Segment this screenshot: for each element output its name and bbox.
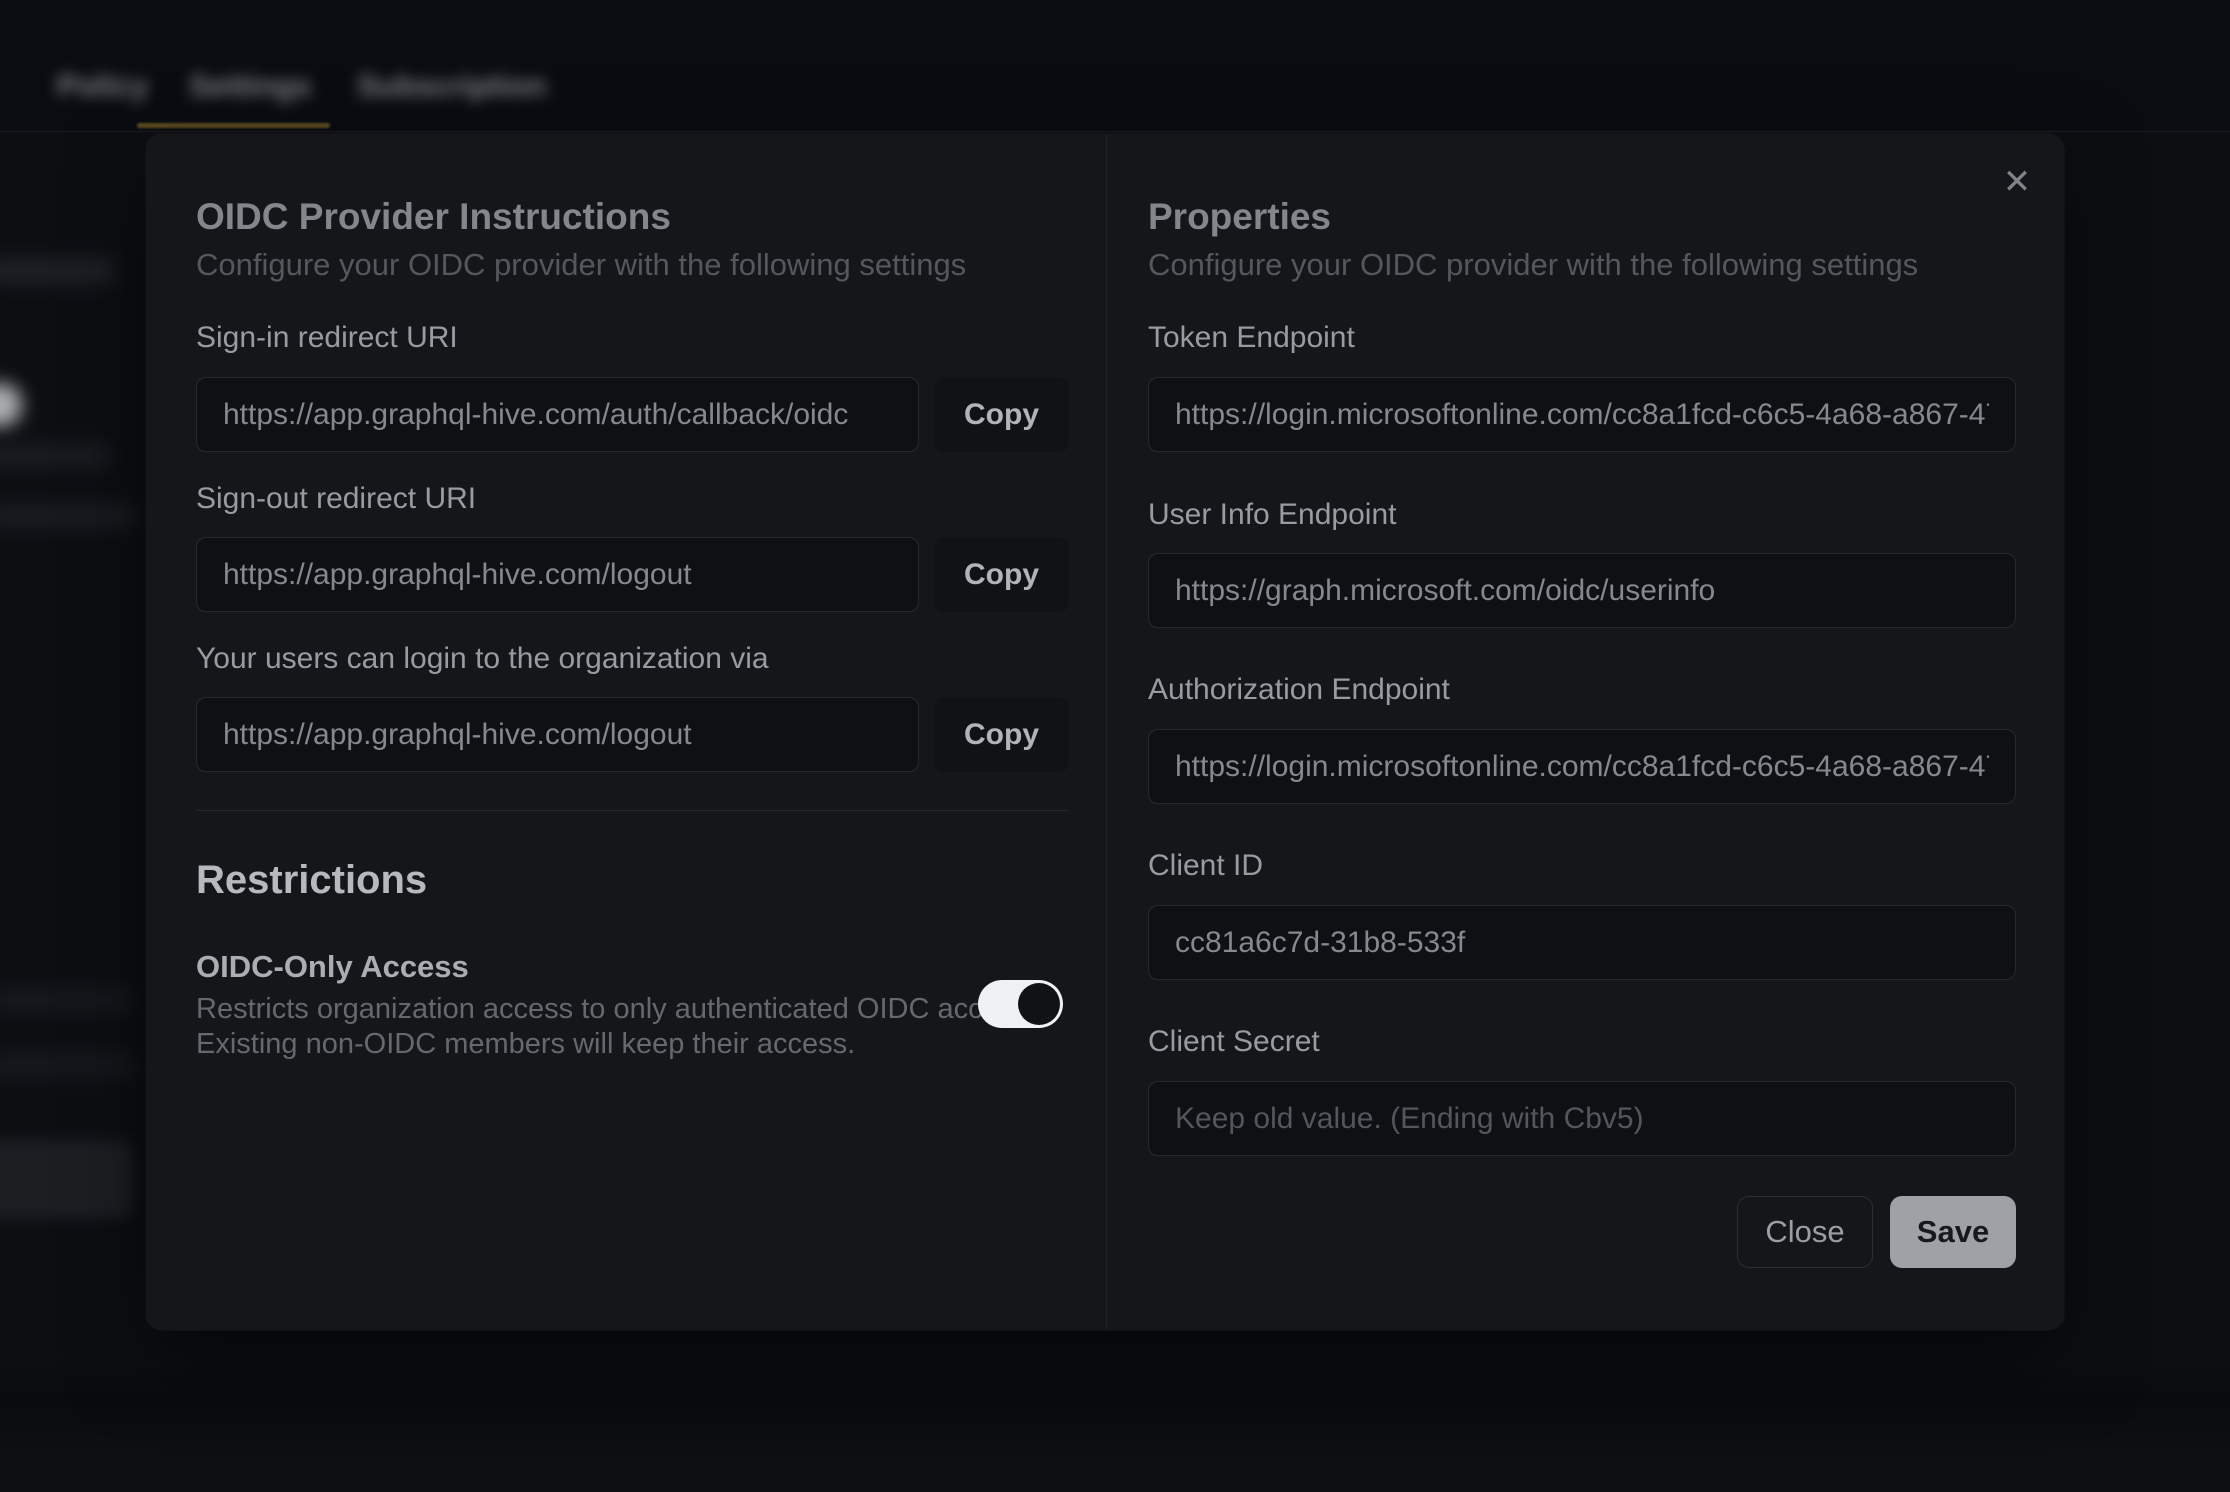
signout-redirect-label: Sign-out redirect URI — [196, 481, 476, 517]
blurred-text-fragment — [0, 1052, 135, 1078]
properties-subtitle: Configure your OIDC provider with the fo… — [1148, 246, 1918, 284]
user-info-endpoint-input[interactable] — [1148, 553, 2016, 628]
login-via-input[interactable] — [196, 697, 919, 772]
oidc-only-access-description: Restricts organization access to only au… — [196, 992, 1062, 1027]
authorization-endpoint-input[interactable] — [1148, 729, 2016, 804]
instructions-title: OIDC Provider Instructions — [196, 194, 671, 240]
properties-title: Properties — [1148, 194, 1331, 240]
client-id-label: Client ID — [1148, 848, 1263, 884]
instructions-subtitle: Configure your OIDC provider with the fo… — [196, 246, 966, 284]
restrictions-heading: Restrictions — [196, 856, 427, 904]
signin-redirect-input[interactable] — [196, 377, 919, 452]
blurred-text-fragment — [0, 503, 135, 529]
user-info-endpoint-label: User Info Endpoint — [1148, 497, 1396, 533]
active-tab-underline — [137, 123, 330, 128]
login-via-label: Your users can login to the organization… — [196, 641, 769, 677]
blurred-background-button — [0, 1140, 132, 1218]
copy-signin-button[interactable]: Copy — [934, 377, 1069, 452]
close-button[interactable]: Close — [1737, 1196, 1873, 1268]
oidc-only-access-description: Existing non-OIDC members will keep thei… — [196, 1027, 855, 1062]
blurred-text-fragment — [0, 988, 135, 1012]
tab-policy: Policy — [57, 66, 148, 106]
client-secret-input[interactable] — [1148, 1081, 2016, 1156]
signout-redirect-input[interactable] — [196, 537, 919, 612]
oidc-only-access-toggle[interactable] — [978, 980, 1063, 1028]
client-id-input[interactable] — [1148, 905, 2016, 980]
tab-settings: Settings — [189, 66, 311, 106]
blurred-text-fragment — [0, 258, 115, 284]
token-endpoint-input[interactable] — [1148, 377, 2016, 452]
oidc-only-access-label: OIDC-Only Access — [196, 948, 469, 986]
token-endpoint-label: Token Endpoint — [1148, 320, 1355, 356]
toggle-knob — [1018, 983, 1060, 1025]
restrictions-divider — [196, 810, 1069, 811]
tabbar-divider — [0, 131, 2230, 132]
tab-subscription: Subscription — [357, 66, 546, 106]
copy-login-via-button[interactable]: Copy — [934, 697, 1069, 772]
column-divider — [1106, 134, 1107, 1330]
signin-redirect-label: Sign-in redirect URI — [196, 320, 458, 356]
blurred-text-fragment — [0, 443, 110, 469]
copy-signout-button[interactable]: Copy — [934, 537, 1069, 612]
oidc-settings-dialog: ✕ OIDC Provider Instructions Configure y… — [146, 134, 2064, 1330]
authorization-endpoint-label: Authorization Endpoint — [1148, 672, 1450, 708]
close-icon[interactable]: ✕ — [1997, 162, 2037, 202]
save-button[interactable]: Save — [1890, 1196, 2016, 1268]
client-secret-label: Client Secret — [1148, 1024, 1320, 1060]
